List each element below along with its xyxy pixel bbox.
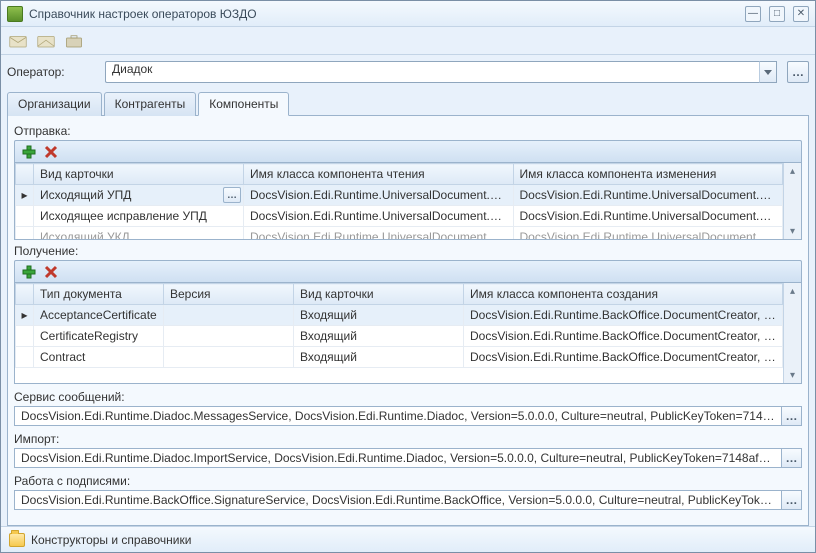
sending-cell-read[interactable]: DocsVision.Edi.Runtime.UniversalDocument… (244, 227, 514, 240)
signatures-browse-button[interactable]: … (782, 490, 802, 510)
sending-row[interactable]: Исходящее исправление УПД DocsVision.Edi… (16, 206, 783, 227)
tab-organizations[interactable]: Организации (7, 92, 102, 116)
sending-delete-button[interactable] (43, 144, 59, 160)
sending-cell-read[interactable]: DocsVision.Edi.Runtime.UniversalDocument… (244, 206, 514, 227)
row-indicator-header (16, 164, 34, 185)
operator-dropdown-button[interactable] (759, 61, 777, 83)
receiving-cell-card[interactable]: Входящий (294, 326, 464, 347)
receiving-row[interactable]: CertificateRegistry Входящий DocsVision.… (16, 326, 783, 347)
import-block: Импорт: DocsVision.Edi.Runtime.Diadoc.Im… (14, 432, 802, 468)
sending-scrollbar[interactable]: ▴ ▾ (783, 163, 801, 239)
tab-strip: Организации Контрагенты Компоненты (7, 91, 809, 116)
signatures-input[interactable]: DocsVision.Edi.Runtime.BackOffice.Signat… (14, 490, 782, 510)
operator-combo: Диадок (105, 61, 777, 83)
window-buttons: — □ ✕ (745, 6, 809, 22)
import-label: Импорт: (14, 432, 802, 446)
sending-add-button[interactable] (21, 144, 37, 160)
receiving-col-type[interactable]: Тип документа (34, 284, 164, 305)
operator-row: Оператор: Диадок … (7, 61, 809, 83)
bottom-bar-label: Конструкторы и справочники (31, 533, 191, 547)
main-toolbar (1, 27, 815, 55)
current-row-marker-icon: ▸ (16, 185, 34, 206)
sending-row[interactable]: Исходящий УКД DocsVision.Edi.Runtime.Uni… (16, 227, 783, 240)
receiving-add-button[interactable] (21, 264, 37, 280)
tab-counterparties[interactable]: Контрагенты (104, 92, 197, 116)
signatures-label: Работа с подписями: (14, 474, 802, 488)
sending-col-change[interactable]: Имя класса компонента изменения (513, 164, 783, 185)
receiving-header-row: Тип документа Версия Вид карточки Имя кл… (16, 284, 783, 305)
scroll-down-icon[interactable]: ▾ (785, 367, 801, 383)
receiving-cell-type[interactable]: AcceptanceCertificate (34, 305, 164, 326)
sending-grid-toolbar (14, 140, 802, 162)
sending-col-card[interactable]: Вид карточки (34, 164, 244, 185)
window-title: Справочник настроек операторов ЮЗДО (29, 7, 745, 21)
close-button[interactable]: ✕ (793, 6, 809, 22)
receiving-cell-create[interactable]: DocsVision.Edi.Runtime.BackOffice.Docume… (464, 326, 783, 347)
scroll-down-icon[interactable]: ▾ (785, 223, 801, 239)
sending-row[interactable]: ▸ Исходящий УПД … DocsVision.Edi.Runtime… (16, 185, 783, 206)
receiving-grid-toolbar (14, 260, 802, 282)
title-bar: Справочник настроек операторов ЮЗДО — □ … (1, 1, 815, 27)
message-service-label: Сервис сообщений: (14, 390, 802, 404)
sending-cell-read[interactable]: DocsVision.Edi.Runtime.UniversalDocument… (244, 185, 514, 206)
operator-browse-button[interactable]: … (787, 61, 809, 83)
sending-cell-change[interactable]: DocsVision.Edi.Runtime.UniversalDocument… (513, 227, 783, 240)
body-area: Оператор: Диадок … Организации Контраген… (1, 55, 815, 526)
sending-cell-card[interactable]: Исходящее исправление УПД (34, 206, 244, 227)
sending-cell-change[interactable]: DocsVision.Edi.Runtime.UniversalDocument… (513, 206, 783, 227)
receiving-cell-version[interactable] (164, 347, 294, 368)
scroll-up-icon[interactable]: ▴ (785, 163, 801, 179)
app-window: Справочник настроек операторов ЮЗДО — □ … (0, 0, 816, 553)
bottom-bar[interactable]: Конструкторы и справочники (1, 526, 815, 552)
receiving-col-create[interactable]: Имя класса компонента создания (464, 284, 783, 305)
current-row-marker-icon: ▸ (16, 305, 34, 326)
message-service-input[interactable]: DocsVision.Edi.Runtime.Diadoc.MessagesSe… (14, 406, 782, 426)
maximize-button[interactable]: □ (769, 6, 785, 22)
signatures-block: Работа с подписями: DocsVision.Edi.Runti… (14, 474, 802, 510)
receiving-col-card[interactable]: Вид карточки (294, 284, 464, 305)
receiving-row[interactable]: Contract Входящий DocsVision.Edi.Runtime… (16, 347, 783, 368)
sending-cell-change[interactable]: DocsVision.Edi.Runtime.UniversalDocument… (513, 185, 783, 206)
receiving-cell-card[interactable]: Входящий (294, 305, 464, 326)
mail-in-icon[interactable] (7, 31, 29, 51)
receiving-cell-card[interactable]: Входящий (294, 347, 464, 368)
receiving-cell-create[interactable]: DocsVision.Edi.Runtime.BackOffice.Docume… (464, 305, 783, 326)
receiving-cell-version[interactable] (164, 326, 294, 347)
chevron-down-icon (764, 70, 772, 75)
sending-header-row: Вид карточки Имя класса компонента чтени… (16, 164, 783, 185)
message-service-browse-button[interactable]: … (782, 406, 802, 426)
receiving-cell-version[interactable] (164, 305, 294, 326)
receiving-label: Получение: (14, 244, 802, 258)
receiving-cell-create[interactable]: DocsVision.Edi.Runtime.BackOffice.Docume… (464, 347, 783, 368)
message-service-block: Сервис сообщений: DocsVision.Edi.Runtime… (14, 390, 802, 426)
tab-content-components: Отправка: Вид карточки (7, 116, 809, 526)
scroll-up-icon[interactable]: ▴ (785, 283, 801, 299)
sending-label: Отправка: (14, 124, 802, 138)
receiving-scrollbar[interactable]: ▴ ▾ (783, 283, 801, 383)
operator-value[interactable]: Диадок (105, 61, 759, 83)
import-input[interactable]: DocsVision.Edi.Runtime.Diadoc.ImportServ… (14, 448, 782, 468)
receiving-delete-button[interactable] (43, 264, 59, 280)
mail-out-icon[interactable] (35, 31, 57, 51)
sending-cell-card[interactable]: Исходящий УКД (34, 227, 244, 240)
sending-col-read[interactable]: Имя класса компонента чтения (244, 164, 514, 185)
app-icon (7, 6, 23, 22)
minimize-button[interactable]: — (745, 6, 761, 22)
tab-components[interactable]: Компоненты (198, 92, 289, 116)
receiving-row[interactable]: ▸ AcceptanceCertificate Входящий DocsVis… (16, 305, 783, 326)
briefcase-icon[interactable] (63, 31, 85, 51)
cell-browse-button[interactable]: … (223, 187, 241, 203)
receiving-cell-type[interactable]: Contract (34, 347, 164, 368)
sending-cell-card[interactable]: Исходящий УПД … (34, 185, 244, 206)
receiving-col-version[interactable]: Версия (164, 284, 294, 305)
receiving-cell-type[interactable]: CertificateRegistry (34, 326, 164, 347)
sending-grid: Вид карточки Имя класса компонента чтени… (14, 162, 802, 240)
import-browse-button[interactable]: … (782, 448, 802, 468)
folder-icon (9, 533, 25, 547)
receiving-grid: Тип документа Версия Вид карточки Имя кл… (14, 282, 802, 384)
operator-label: Оператор: (7, 65, 99, 79)
